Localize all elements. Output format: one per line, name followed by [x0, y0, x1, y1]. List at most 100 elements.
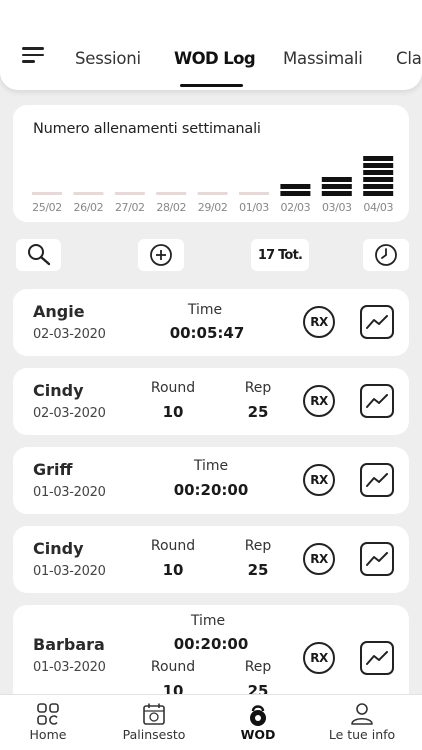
home-grid-icon	[37, 703, 59, 725]
chart-bar-empty	[32, 192, 62, 195]
trend-button[interactable]	[360, 641, 394, 675]
chart-bar-segment	[363, 163, 394, 168]
time-value: 00:20:00	[173, 635, 249, 653]
chart-bar	[363, 156, 394, 196]
chart-bar-segment	[280, 191, 311, 196]
trend-chart-icon	[366, 552, 388, 566]
rep-value: 25	[247, 403, 269, 421]
chart-category-label: 25/02	[32, 201, 62, 214]
chart-bar-empty	[156, 192, 187, 195]
chart-bar-segment	[363, 191, 394, 196]
total-count-label: 17 Tot.	[257, 247, 303, 263]
time-label: Time	[187, 302, 223, 318]
rx-badge[interactable]: RX	[303, 464, 335, 496]
time-label: Time	[193, 458, 229, 474]
workout-date: 01-03-2020	[33, 485, 106, 500]
chart-bar-empty	[239, 192, 269, 195]
trend-chart-icon	[366, 473, 388, 487]
workout-date: 01-03-2020	[33, 660, 106, 675]
chart-bar-empty	[114, 192, 145, 195]
workout-name: Cindy	[33, 539, 84, 558]
chart-bar-empty	[73, 192, 104, 195]
chart-category-label: 26/02	[74, 201, 104, 214]
trend-chart-icon	[366, 315, 388, 329]
top-bar: Sessioni WOD Log Massimali Cla	[0, 0, 422, 90]
search-button[interactable]	[16, 239, 61, 271]
active-tab-indicator	[180, 84, 243, 87]
kettlebell-icon	[250, 705, 266, 726]
chart-category-label: 02/03	[281, 201, 311, 214]
calendar-icon	[143, 703, 165, 725]
time-value: 00:05:47	[169, 324, 245, 342]
nav-label: Palinsesto	[122, 727, 186, 742]
nav-home[interactable]: Home	[18, 695, 78, 750]
menu-icon[interactable]	[22, 47, 44, 63]
chart-bar-segment	[363, 156, 394, 161]
chart-bar	[321, 177, 352, 196]
add-workout-button[interactable]	[138, 239, 184, 271]
weekly-workouts-chart: 25/02 26/02 27/02 28/02 29/02 01/03 02/03 03/03…	[32, 156, 394, 214]
tab-classifiche[interactable]: Cla	[396, 49, 422, 68]
rep-label: Rep	[244, 538, 272, 554]
workout-name: Angie	[33, 302, 85, 321]
plus-circle-icon	[150, 244, 172, 266]
clock-icon	[375, 244, 397, 266]
chart-bar-segment	[280, 184, 311, 189]
chart-category-label: 27/02	[115, 201, 145, 214]
chart-category-label: 04/03	[363, 201, 393, 214]
workout-name: Cindy	[33, 381, 84, 400]
rx-badge[interactable]: RX	[303, 642, 335, 674]
user-icon	[351, 703, 373, 725]
nav-label: WOD	[240, 727, 276, 742]
chart-bar-segment	[321, 177, 352, 182]
workout-date: 02-03-2020	[33, 406, 106, 421]
rep-value: 25	[247, 561, 269, 579]
time-label: Time	[190, 613, 226, 629]
nav-palinsesto[interactable]: Palinsesto	[116, 695, 192, 750]
trend-button[interactable]	[360, 305, 394, 339]
search-icon	[27, 244, 50, 266]
round-label: Round	[150, 538, 196, 554]
rx-badge[interactable]: RX	[303, 385, 335, 417]
round-label: Round	[150, 659, 196, 675]
chart-bar-empty	[197, 192, 228, 195]
chart-bar-segment	[363, 184, 394, 189]
workout-card[interactable]: Cindy 02-03-2020 Round 10 Rep 25 RX	[13, 368, 409, 435]
tab-massimali[interactable]: Massimali	[283, 49, 363, 68]
chart-bar-segment	[363, 170, 394, 175]
chart-category-label: 03/03	[322, 201, 352, 214]
workout-name: Barbara	[33, 635, 105, 654]
chart-bar	[280, 184, 311, 196]
chart-category-label: 29/02	[198, 201, 228, 214]
trend-button[interactable]	[360, 542, 394, 576]
history-button[interactable]	[363, 239, 409, 271]
trend-button[interactable]	[360, 463, 394, 497]
nav-label: Le tue info	[328, 727, 396, 742]
trend-button[interactable]	[360, 384, 394, 418]
rx-badge[interactable]: RX	[303, 306, 335, 338]
bottom-navigation: Home Palinsesto WOD Le tue info	[0, 694, 422, 750]
nav-label: Home	[29, 727, 67, 742]
workout-name: Griff	[33, 460, 73, 479]
total-count-button[interactable]: 17 Tot.	[251, 239, 309, 271]
trend-chart-icon	[366, 651, 388, 665]
rep-label: Rep	[244, 659, 272, 675]
chart-bar-segment	[321, 191, 352, 196]
workout-date: 02-03-2020	[33, 327, 106, 342]
workout-card[interactable]: Griff 01-03-2020 Time 00:20:00 RX	[13, 447, 409, 514]
tab-wod-log[interactable]: WOD Log	[174, 49, 256, 68]
trend-chart-icon	[366, 394, 388, 408]
chart-category-label: 01/03	[239, 201, 269, 214]
time-value: 00:20:00	[173, 481, 249, 499]
chart-category-label: 28/02	[156, 201, 186, 214]
workout-card[interactable]: Cindy 01-03-2020 Round 10 Rep 25 RX	[13, 526, 409, 593]
workout-card[interactable]: Angie 02-03-2020 Time 00:05:47 RX	[13, 289, 409, 356]
tab-sessioni[interactable]: Sessioni	[75, 49, 141, 68]
nav-le-tue-info[interactable]: Le tue info	[320, 695, 404, 750]
round-label: Round	[150, 380, 196, 396]
weekly-workouts-chart-card: Numero allenamenti settimanali 25/02 26/0…	[13, 105, 409, 222]
nav-wod[interactable]: WOD	[232, 695, 284, 750]
chart-bar-segment	[321, 184, 352, 189]
rep-label: Rep	[244, 380, 272, 396]
rx-badge[interactable]: RX	[303, 543, 335, 575]
